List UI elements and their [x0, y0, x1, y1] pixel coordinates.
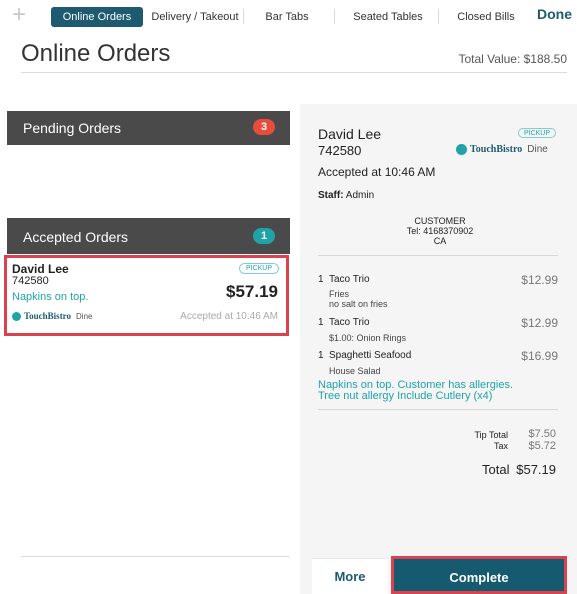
tab-divider [334, 9, 335, 24]
order-channel: Dine [76, 311, 93, 321]
item-name: Spaghetti Seafood [329, 350, 412, 361]
pending-orders-header[interactable]: Pending Orders 3 [7, 111, 290, 145]
detail-order-number: 742580 [318, 143, 362, 158]
order-number: 742580 [12, 275, 49, 287]
brand-name: TouchBistro [470, 144, 523, 155]
tax-value: $5.72 [528, 440, 556, 452]
item-modifier: House Salad [329, 366, 381, 376]
detail-channel: Dine [527, 144, 548, 155]
tab-bar-tabs[interactable]: Bar Tabs [254, 7, 320, 27]
touchbistro-logo: TouchBistro Dine [12, 311, 92, 321]
top-tab-bar: + Online Orders Delivery / Takeout Bar T… [0, 0, 577, 32]
customer-phone: Tel: 4168370902 [406, 226, 474, 236]
item-modifier: Fries [329, 289, 349, 299]
tab-delivery-takeout[interactable]: Delivery / Takeout [148, 7, 242, 27]
page-title: Online Orders [21, 40, 171, 67]
pickup-badge: PICKUP [239, 263, 279, 274]
order-accepted-time: Accepted at 10:46 AM [180, 311, 278, 322]
detail-staff: Staff: Admin [318, 190, 374, 201]
item-name: Taco Trio [329, 274, 370, 285]
tab-divider [243, 9, 244, 24]
tab-divider [438, 9, 439, 24]
customer-region: CA [433, 236, 447, 246]
left-column-divider [21, 556, 290, 557]
item-name: Taco Trio [329, 317, 370, 328]
detail-customer-name: David Lee [318, 126, 382, 142]
staff-name: Admin [345, 190, 375, 201]
pending-count-badge: 3 [253, 119, 275, 135]
item-price: $16.99 [521, 349, 558, 363]
brand-name: TouchBistro [24, 311, 72, 321]
item-price: $12.99 [521, 273, 558, 287]
complete-button[interactable]: Complete [391, 556, 567, 594]
item-modifier: $1.00: Onion Rings [329, 333, 407, 343]
order-customer-name: David Lee [12, 262, 69, 276]
tab-seated-tables[interactable]: Seated Tables [344, 7, 432, 27]
done-button[interactable]: Done [537, 6, 572, 22]
order-notes-line: Tree nut allergy Include Cutlery (x4) [318, 390, 493, 402]
order-detail-panel: David Lee 742580 PICKUP TouchBistro Dine… [300, 104, 577, 594]
touchbistro-icon [12, 311, 21, 321]
tip-total-label: Tip Total [474, 430, 508, 440]
tab-online-orders[interactable]: Online Orders [51, 7, 143, 27]
total-value: Total Value: $188.50 [458, 52, 567, 66]
staff-label: Staff: [318, 190, 344, 201]
detail-touchbistro-logo: TouchBistro Dine [456, 144, 548, 155]
grand-total-label: Total [482, 462, 510, 477]
more-button[interactable]: More [312, 558, 388, 594]
item-modifier: no salt on fries [329, 299, 388, 309]
accepted-orders-header[interactable]: Accepted Orders 1 [7, 218, 290, 254]
detail-pickup-badge: PICKUP [518, 128, 556, 138]
detail-accepted-time: Accepted at 10:46 AM [318, 165, 436, 179]
item-price: $12.99 [521, 316, 558, 330]
item-quantity: 1 [318, 274, 324, 285]
item-quantity: 1 [318, 317, 324, 328]
item-quantity: 1 [318, 350, 324, 361]
touchbistro-icon [456, 144, 467, 155]
accepted-orders-label: Accepted Orders [23, 229, 129, 245]
order-amount: $57.19 [226, 282, 278, 301]
add-icon[interactable]: + [12, 2, 26, 28]
customer-heading: CUSTOMER [414, 216, 466, 226]
tip-total-value: $7.50 [528, 428, 556, 440]
tax-label: Tax [493, 441, 508, 451]
accepted-count-badge: 1 [253, 228, 275, 244]
header-divider [21, 72, 567, 73]
order-card[interactable]: David Lee 742580 Napkins on top. PICKUP … [4, 255, 289, 336]
detail-divider [318, 255, 558, 256]
order-notes: Napkins on top. Customer has allergies. … [318, 380, 558, 402]
tab-closed-bills[interactable]: Closed Bills [444, 7, 528, 27]
detail-divider [318, 409, 558, 410]
order-note: Napkins on top. [12, 291, 89, 303]
grand-total-value: $57.19 [516, 462, 556, 477]
pending-orders-label: Pending Orders [23, 120, 122, 136]
